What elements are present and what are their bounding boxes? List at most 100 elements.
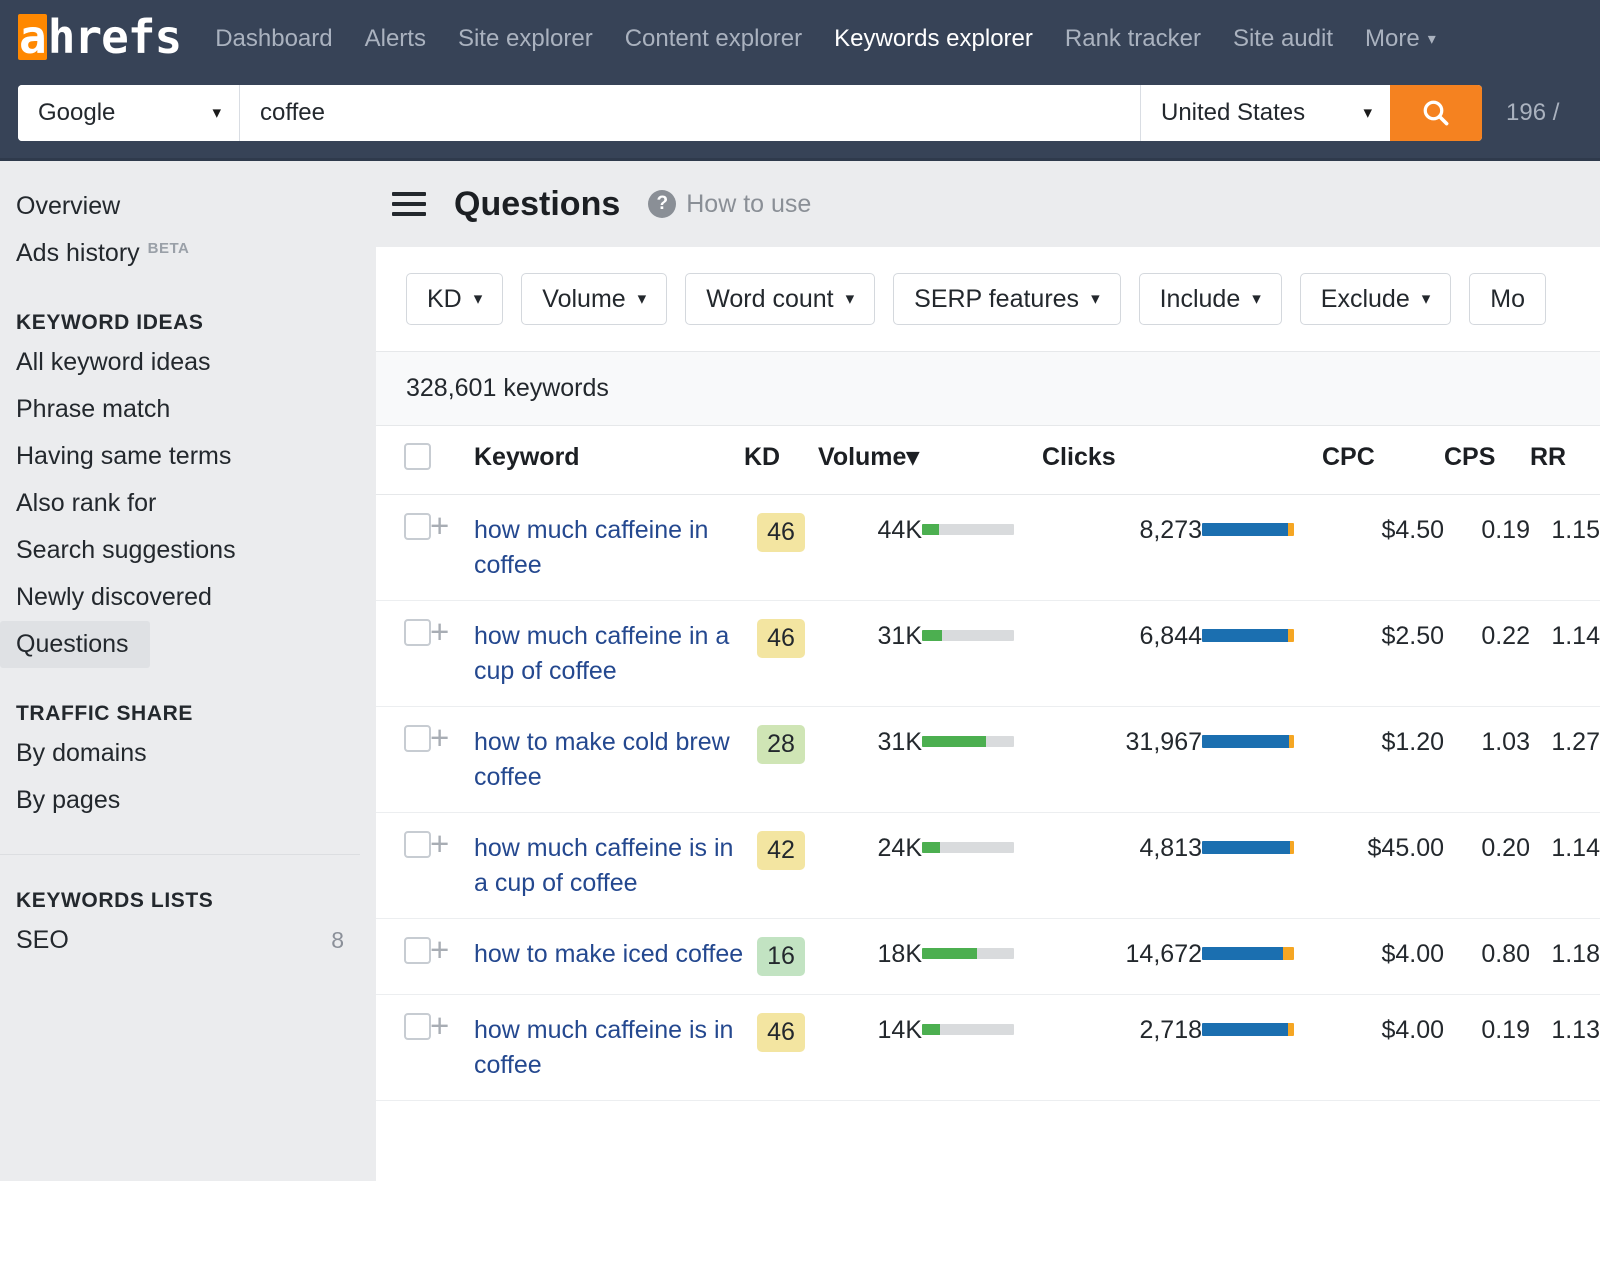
rr-cell: 1.27 [1530,707,1600,813]
nav-item-site-explorer[interactable]: Site explorer [458,25,593,53]
clicks-column-header[interactable]: Clicks [1042,426,1202,495]
nav-item-content-explorer[interactable]: Content explorer [625,25,802,53]
plus-icon[interactable]: + [430,831,449,857]
sidebar-item-overview[interactable]: Overview [0,183,376,230]
row-checkbox[interactable] [404,1013,431,1040]
nav-item-rank-tracker[interactable]: Rank tracker [1065,25,1201,53]
sidebar-item-search-suggestions[interactable]: Search suggestions [0,527,376,574]
keyword-link[interactable]: how much caffeine is in a cup of coffee [474,831,744,900]
clicks-bar [1202,735,1294,748]
row-checkbox[interactable] [404,725,431,752]
filter-more[interactable]: Mo [1469,273,1546,325]
plus-icon[interactable]: + [430,513,449,539]
keyword-link[interactable]: how much caffeine is in coffee [474,1013,744,1082]
row-select-cell [376,919,430,995]
table-row[interactable]: +how to make iced coffee1618K14,672$4.00… [376,919,1600,995]
volume-cell: 44K [818,495,922,601]
filter-exclude[interactable]: Exclude▾ [1300,273,1452,325]
cps-column-header[interactable]: CPS [1444,426,1530,495]
volume-column-header[interactable]: Volume▾ [818,426,922,495]
sort-desc-icon: ▾ [906,443,919,471]
kd-badge: 46 [757,513,805,552]
volume-bar [922,524,1014,535]
row-checkbox[interactable] [404,831,431,858]
sidebar-item-seo-list[interactable]: SEO 8 [0,917,376,964]
volume-bar-fill [922,842,940,853]
row-checkbox[interactable] [404,513,431,540]
clicks-bar-blue [1202,629,1288,642]
result-count: 328,601 keywords [376,352,1600,426]
search-engine-value: Google [38,99,115,127]
keyword-link[interactable]: how to make cold brew coffee [474,725,744,794]
kd-column-header[interactable]: KD [744,426,818,495]
sidebar-item-also-rank-for[interactable]: Also rank for [0,480,376,527]
rr-value: 1.15 [1551,516,1600,544]
clicks-bar-orange [1283,947,1294,960]
beta-badge: BETA [148,240,190,257]
clicks-bar [1202,841,1294,854]
volume-value: 44K [878,516,922,544]
sidebar-item-label: Ads history [16,239,140,268]
keyword-link[interactable]: how much caffeine in coffee [474,513,744,582]
volume-value: 24K [878,834,922,862]
table-row[interactable]: +how to make cold brew coffee2831K31,967… [376,707,1600,813]
kd-cell: 42 [744,813,818,919]
filter-include[interactable]: Include▾ [1139,273,1282,325]
country-select[interactable]: United States ▾ [1140,85,1390,141]
filter-word-count[interactable]: Word count▾ [685,273,875,325]
hamburger-icon[interactable] [392,192,426,216]
plus-icon[interactable]: + [430,725,449,751]
keyword-link[interactable]: how to make iced coffee [474,937,744,972]
table-row[interactable]: +how much caffeine in coffee4644K8,273$4… [376,495,1600,601]
nav-item-site-audit[interactable]: Site audit [1233,25,1333,53]
sidebar-item-by-pages[interactable]: By pages [0,777,376,824]
sidebar-item-newly-discovered[interactable]: Newly discovered [0,574,376,621]
keyword-column-header[interactable]: Keyword [474,426,744,495]
sidebar-item-phrase-match[interactable]: Phrase match [0,386,376,433]
table-row[interactable]: + how much caffeine is in a cup of coffee… [376,813,1600,919]
cpc-cell: $2.50 [1322,601,1444,707]
how-to-use-link[interactable]: ? How to use [648,190,811,219]
row-checkbox[interactable] [404,619,431,646]
row-add-cell: + [430,601,474,707]
sidebar-item-all-keyword-ideas[interactable]: All keyword ideas [0,339,376,386]
plus-icon[interactable]: + [430,1013,449,1039]
sidebar-item-having-same-terms[interactable]: Having same terms [0,433,376,480]
sidebar-item-by-domains[interactable]: By domains [0,730,376,777]
filter-kd[interactable]: KD▾ [406,273,503,325]
rr-cell: 1.13 [1530,995,1600,1101]
keyword-link[interactable]: how much caffeine in a cup of coffee [474,619,744,688]
sidebar-item-questions[interactable]: Questions [0,621,150,668]
nav-item-keywords-explorer[interactable]: Keywords explorer [834,25,1033,53]
plus-icon[interactable]: + [430,937,449,963]
keyword-search-input[interactable] [240,85,1140,141]
plus-icon[interactable]: + [430,619,449,645]
rr-column-header[interactable]: RR [1530,426,1600,495]
row-checkbox[interactable] [404,937,431,964]
volume-bar-cell [922,919,1042,995]
search-button[interactable] [1390,85,1482,141]
clicks-value: 4,813 [1139,834,1202,862]
kd-badge: 46 [757,1013,805,1052]
volume-value: 14K [878,1016,922,1044]
ahrefs-logo[interactable]: ahrefs [18,14,181,60]
table-row[interactable]: +how much caffeine is in coffee4614K2,71… [376,995,1600,1101]
filter-serp-features[interactable]: SERP features▾ [893,273,1120,325]
search-engine-select[interactable]: Google ▾ [18,85,240,141]
select-all-checkbox[interactable] [404,443,431,470]
cps-cell: 0.80 [1444,919,1530,995]
cpc-column-header[interactable]: CPC [1322,426,1444,495]
filter-volume[interactable]: Volume▾ [521,273,667,325]
sidebar-item-ads-history[interactable]: Ads history BETA [0,230,376,277]
table-row[interactable]: +how much caffeine in a cup of coffee463… [376,601,1600,707]
kd-cell: 16 [744,919,818,995]
clicks-cell: 4,813 [1042,813,1202,919]
nav-item-dashboard[interactable]: Dashboard [215,25,332,53]
nav-item-alerts[interactable]: Alerts [365,25,426,53]
volume-bar-fill [922,736,986,747]
nav-item-more[interactable]: More▾ [1365,25,1436,53]
clicks-bar-blue [1202,523,1288,536]
volume-bar [922,630,1014,641]
nav-label: Keywords explorer [834,25,1033,52]
volume-bar-cell [922,601,1042,707]
